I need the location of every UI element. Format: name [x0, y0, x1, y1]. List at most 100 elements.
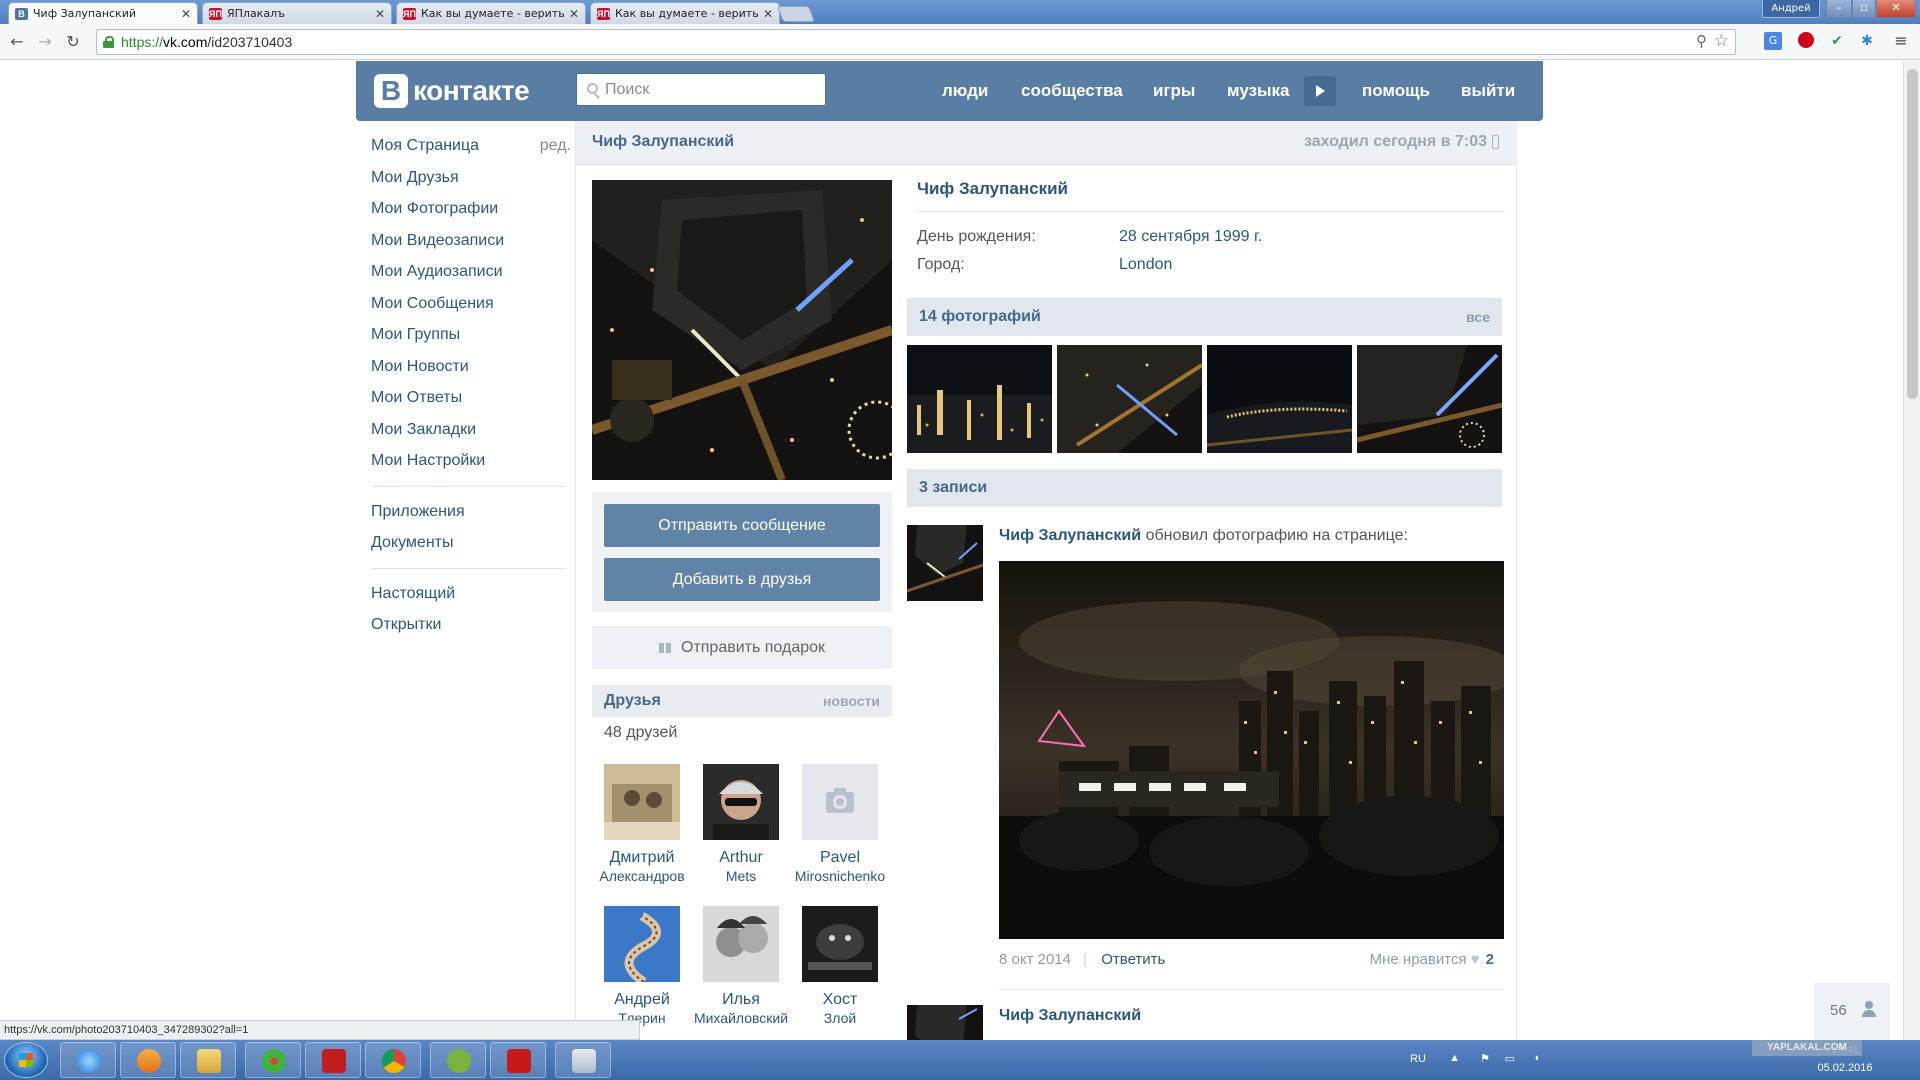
- taskbar-icq[interactable]: [245, 1042, 301, 1078]
- nav-communities[interactable]: сообщества: [1021, 61, 1123, 121]
- friend-avatar[interactable]: [802, 764, 878, 840]
- reply-link[interactable]: Ответить: [1101, 951, 1165, 968]
- city-value[interactable]: London: [1119, 256, 1172, 274]
- window-close-button[interactable]: ✕: [1876, 0, 1916, 18]
- friend-card[interactable]: Хост Злой: [790, 906, 890, 1027]
- nav-help[interactable]: помощь: [1362, 61, 1430, 121]
- start-button[interactable]: [4, 1042, 48, 1078]
- zoom-icon[interactable]: ⚲: [1696, 32, 1707, 50]
- taskbar-explorer[interactable]: [180, 1042, 236, 1078]
- close-icon[interactable]: ✕: [569, 3, 579, 24]
- maximize-button[interactable]: ▫: [1852, 0, 1876, 18]
- menu-postcards[interactable]: Открытки: [371, 612, 571, 644]
- close-icon[interactable]: ✕: [181, 3, 191, 24]
- translate-extension-icon[interactable]: G: [1764, 32, 1782, 50]
- taskbar-ie[interactable]: [60, 1042, 116, 1078]
- online-counter[interactable]: 56: [1814, 983, 1890, 1040]
- menu-my-messages[interactable]: Мои Сообщения: [371, 291, 571, 323]
- taskbar-autocad[interactable]: [305, 1042, 361, 1078]
- record-extension-icon[interactable]: [1797, 32, 1815, 50]
- menu-my-answers[interactable]: Мои Ответы: [371, 385, 571, 417]
- menu-documents[interactable]: Документы: [371, 530, 571, 562]
- menu-real[interactable]: Настоящий: [371, 581, 571, 613]
- flag-icon[interactable]: ⚑: [1480, 1052, 1490, 1065]
- tab-thread-2[interactable]: ЯП Как вы думаете - верить ✕: [590, 2, 780, 24]
- send-message-button[interactable]: Отправить сообщение: [604, 504, 880, 547]
- friend-avatar[interactable]: [604, 764, 680, 840]
- vk-logo[interactable]: В контакте: [374, 72, 530, 110]
- close-icon[interactable]: ✕: [375, 3, 385, 24]
- post-photo[interactable]: [999, 561, 1504, 939]
- photo-thumbnail[interactable]: [1357, 345, 1502, 453]
- close-icon[interactable]: ✕: [763, 3, 773, 24]
- search-input[interactable]: [605, 74, 820, 105]
- menu-my-audio[interactable]: Мои Аудиозаписи: [371, 259, 571, 291]
- friend-card[interactable]: Arthur Mets: [691, 764, 791, 885]
- post-author-link[interactable]: Чиф Залупанский: [999, 527, 1141, 544]
- friend-avatar[interactable]: [802, 906, 878, 982]
- menu-my-bookmarks[interactable]: Мои Закладки: [371, 417, 571, 449]
- friends-news-link[interactable]: новости: [823, 693, 880, 709]
- bookmark-star-icon[interactable]: ☆: [1714, 31, 1729, 51]
- friends-count[interactable]: 48 друзей: [604, 724, 677, 742]
- forward-button[interactable]: →: [34, 30, 56, 54]
- taskbar-media-player[interactable]: [120, 1042, 176, 1078]
- edit-link[interactable]: ред.: [540, 133, 571, 159]
- nav-games[interactable]: игры: [1153, 61, 1195, 121]
- tab-thread-1[interactable]: ЯП Как вы думаете - верить ✕: [396, 2, 586, 24]
- language-indicator[interactable]: RU: [1410, 1053, 1430, 1065]
- reload-button[interactable]: ↻: [62, 30, 84, 54]
- menu-my-news[interactable]: Мои Новости: [371, 354, 571, 386]
- friend-card[interactable]: Дмитрий Александров: [592, 764, 692, 885]
- post-date[interactable]: 8 окт 2014: [999, 951, 1071, 968]
- menu-my-photos[interactable]: Мои Фотографии: [371, 196, 571, 228]
- send-gift-button[interactable]: Отправить подарок: [592, 626, 892, 669]
- menu-my-page[interactable]: Моя Страница ред.: [371, 133, 571, 165]
- post-author-avatar[interactable]: [907, 525, 983, 601]
- menu-my-groups[interactable]: Мои Группы: [371, 322, 571, 354]
- friend-avatar[interactable]: [703, 764, 779, 840]
- friends-header[interactable]: Друзья новости: [592, 685, 892, 717]
- page-scrollbar[interactable]: [1903, 61, 1920, 1040]
- clock-date[interactable]: 05.02.2016: [1810, 1062, 1880, 1074]
- friends-title[interactable]: Друзья: [604, 692, 661, 710]
- taskbar-acrobat[interactable]: [490, 1042, 546, 1078]
- tray-expand-icon[interactable]: ▲: [1449, 1052, 1460, 1064]
- taskbar-chrome[interactable]: [365, 1042, 421, 1078]
- nav-logout[interactable]: выйти: [1461, 61, 1515, 121]
- network-icon[interactable]: ▭: [1505, 1052, 1515, 1065]
- photo-thumbnail[interactable]: [1057, 345, 1202, 453]
- back-button[interactable]: ←: [6, 30, 28, 54]
- menu-my-videos[interactable]: Мои Видеозаписи: [371, 228, 571, 260]
- music-play-button[interactable]: [1304, 76, 1336, 106]
- photo-thumbnail[interactable]: [1207, 345, 1352, 453]
- taskbar-calculator[interactable]: [555, 1042, 611, 1078]
- friend-avatar[interactable]: [604, 906, 680, 982]
- browser-user-badge[interactable]: Андрей: [1762, 0, 1820, 18]
- friend-avatar[interactable]: [703, 906, 779, 982]
- friend-card[interactable]: Pavel Mirosnichenko: [790, 764, 890, 885]
- post-author-link[interactable]: Чиф Залупанский: [999, 1007, 1141, 1024]
- photos-title[interactable]: 14 фотографий: [919, 308, 1041, 326]
- snowflake-extension-icon[interactable]: ✱: [1858, 32, 1876, 50]
- nav-people[interactable]: люди: [942, 61, 988, 121]
- like-button[interactable]: Мне нравится ♥ 2: [1370, 951, 1494, 968]
- friend-card[interactable]: Илья Михайловский: [691, 906, 791, 1027]
- friend-card[interactable]: Андрей Тлерин: [592, 906, 692, 1027]
- tab-yaplakal[interactable]: ЯП ЯПлакалъ ✕: [202, 2, 392, 24]
- menu-icon[interactable]: ≡: [1892, 32, 1910, 50]
- search-box[interactable]: [576, 73, 826, 106]
- shield-extension-icon[interactable]: ✔: [1828, 32, 1846, 50]
- birthday-value[interactable]: 28 сентября 1999 г.: [1119, 228, 1262, 246]
- menu-my-friends[interactable]: Мои Друзья: [371, 165, 571, 197]
- add-friend-button[interactable]: Добавить в друзья: [604, 558, 880, 601]
- menu-my-settings[interactable]: Мои Настройки: [371, 448, 571, 480]
- volume-icon[interactable]: ◖: [1533, 1052, 1540, 1064]
- profile-avatar[interactable]: [590, 180, 907, 482]
- photos-header[interactable]: 14 фотографий все: [907, 298, 1502, 336]
- photo-thumbnail[interactable]: [907, 345, 1052, 453]
- minimize-button[interactable]: –: [1826, 0, 1852, 18]
- new-tab-button[interactable]: [777, 6, 815, 22]
- taskbar-utorrent[interactable]: [430, 1042, 486, 1078]
- address-bar[interactable]: https://vk.com/id203710403 ⚲ ☆: [96, 29, 1736, 55]
